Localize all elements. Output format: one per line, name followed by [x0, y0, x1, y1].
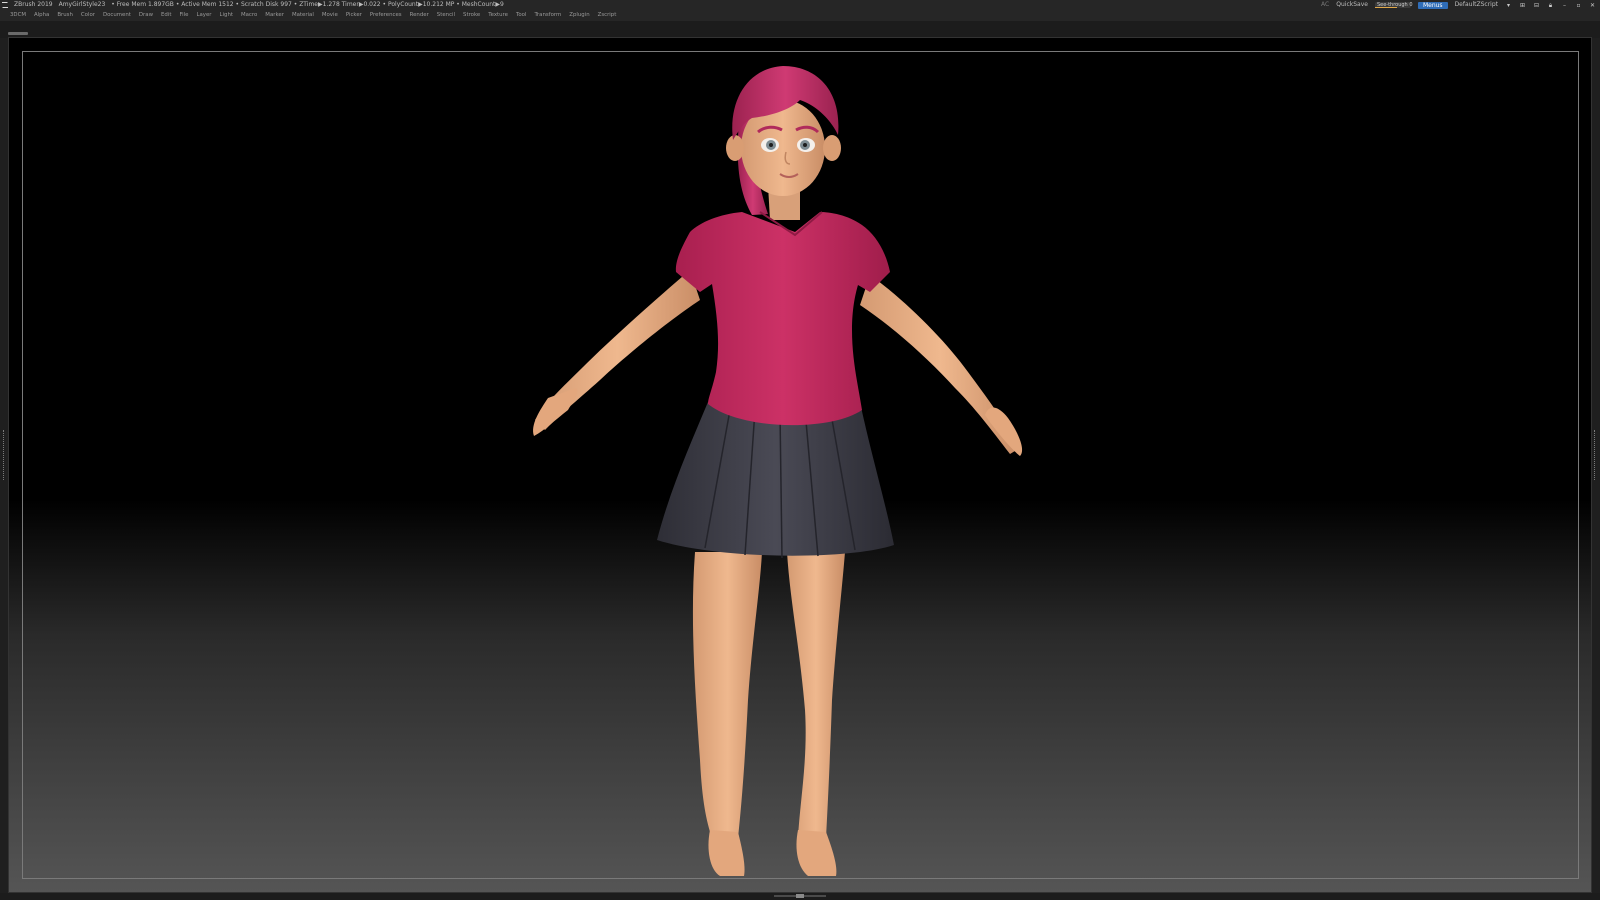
left-ear	[726, 135, 744, 161]
bottom-tray-grip[interactable]	[774, 894, 826, 898]
right-leg	[787, 552, 845, 838]
bottom-grip-arrow-icon	[796, 894, 804, 898]
right-hand	[985, 407, 1023, 456]
left-foot	[708, 830, 745, 876]
t-shirt	[675, 212, 890, 426]
left-pupil	[769, 143, 773, 147]
character-model[interactable]	[0, 0, 1600, 900]
left-leg	[692, 552, 762, 838]
right-pupil	[803, 143, 807, 147]
skirt	[657, 402, 894, 556]
right-foot	[796, 830, 837, 876]
right-ear	[823, 135, 841, 161]
